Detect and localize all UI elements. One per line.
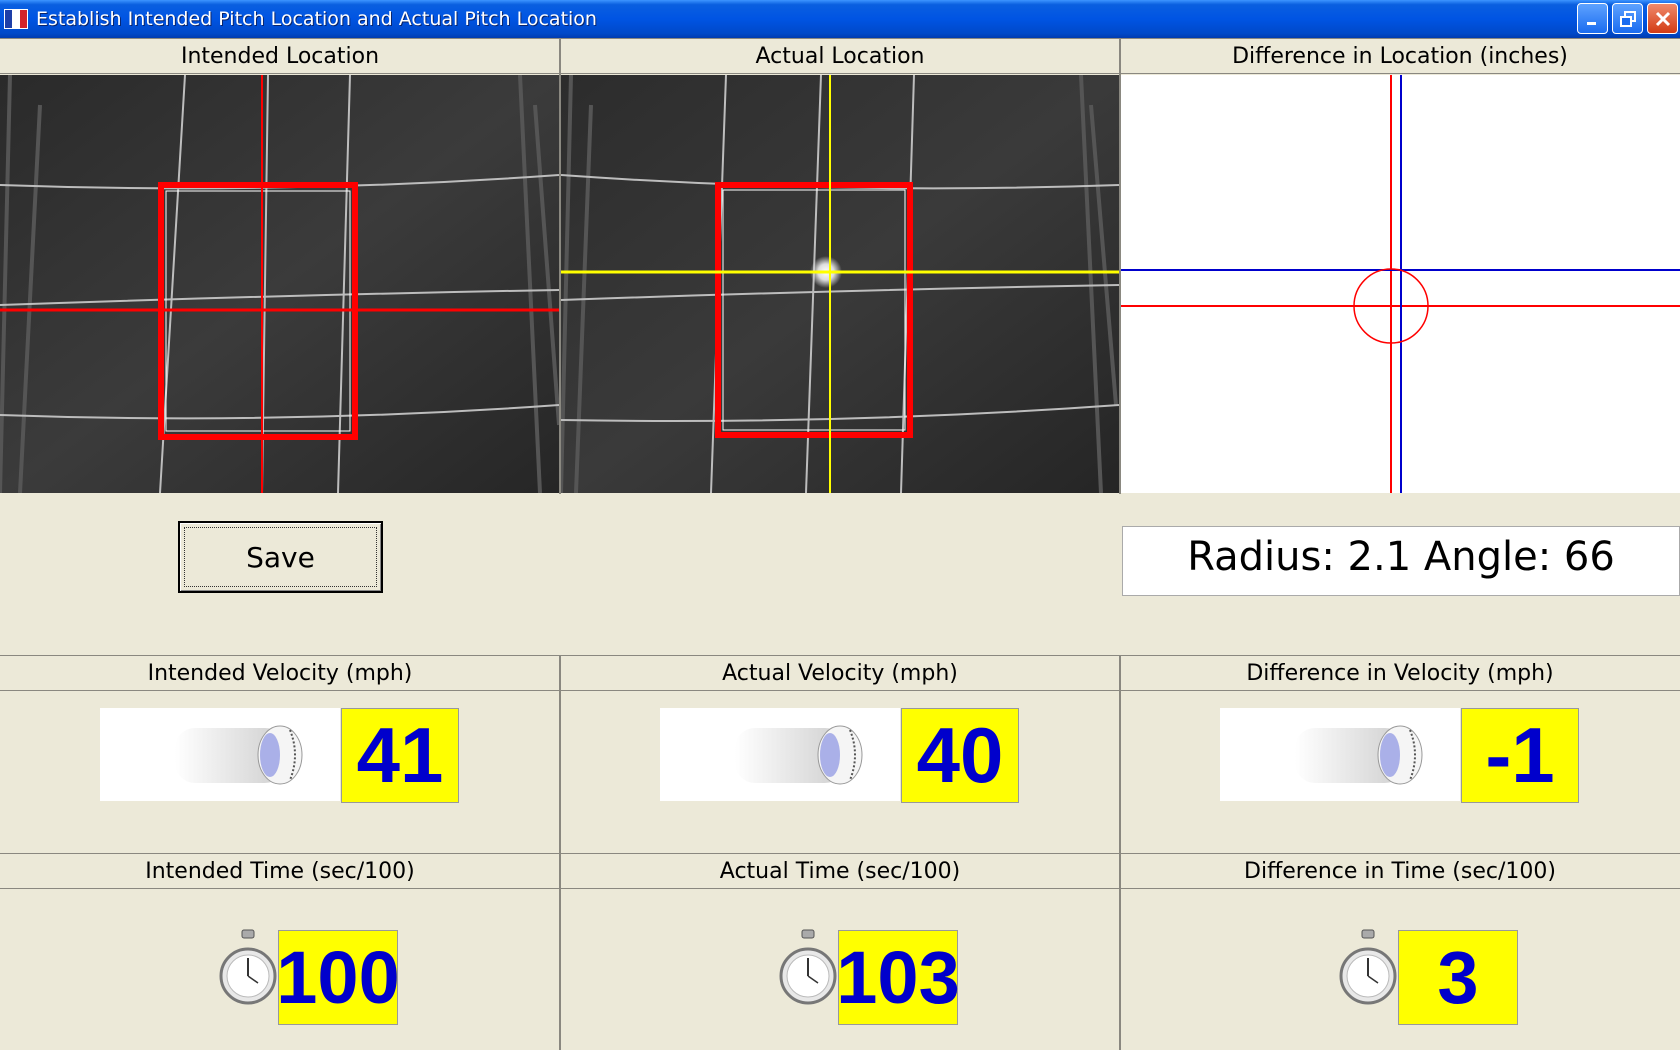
baseball-motion-icon: [100, 708, 340, 801]
intended-velocity-value: 41: [341, 708, 459, 803]
save-button[interactable]: Save: [178, 521, 383, 593]
difference-location-header: Difference in Location (inches): [1120, 38, 1680, 74]
stopwatch-icon: [218, 928, 278, 1008]
stopwatch-icon: [778, 928, 838, 1008]
intended-location-image[interactable]: [0, 75, 559, 493]
baseball-motion-icon: [660, 708, 900, 801]
intended-time-header: Intended Time (sec/100): [0, 853, 560, 889]
minimize-button[interactable]: [1577, 3, 1608, 34]
difference-time-header: Difference in Time (sec/100): [1120, 853, 1680, 889]
difference-time-value: 3: [1398, 930, 1518, 1025]
restore-icon: [1619, 10, 1636, 27]
actual-time-value: 103: [836, 930, 960, 1025]
stopwatch-icon: [1338, 928, 1398, 1008]
close-icon: [1655, 11, 1670, 26]
actual-velocity-header: Actual Velocity (mph): [560, 655, 1120, 691]
actual-location-header: Actual Location: [560, 38, 1120, 74]
difference-velocity-value: -1: [1461, 708, 1579, 803]
minimize-icon: [1586, 21, 1596, 25]
window-title: Establish Intended Pitch Location and Ac…: [36, 8, 597, 30]
intended-location-canvas: [0, 75, 559, 493]
intended-velocity-header: Intended Velocity (mph): [0, 655, 560, 691]
radius-angle-readout: Radius: 2.1 Angle: 66: [1122, 526, 1680, 596]
restore-button[interactable]: [1612, 3, 1643, 34]
flag-icon: [4, 9, 28, 29]
difference-velocity-header: Difference in Velocity (mph): [1120, 655, 1680, 691]
title-bar: Establish Intended Pitch Location and Ac…: [0, 0, 1680, 38]
intended-time-value: 100: [276, 930, 400, 1025]
actual-time-header: Actual Time (sec/100): [560, 853, 1120, 889]
actual-location-image[interactable]: [561, 75, 1119, 493]
baseball-motion-icon: [1220, 708, 1460, 801]
actual-velocity-value: 40: [901, 708, 1019, 803]
difference-plot-canvas: [1121, 75, 1680, 493]
close-button[interactable]: [1647, 3, 1678, 34]
intended-location-header: Intended Location: [0, 38, 560, 74]
difference-location-plot: [1121, 75, 1680, 493]
actual-location-canvas: [561, 75, 1119, 493]
